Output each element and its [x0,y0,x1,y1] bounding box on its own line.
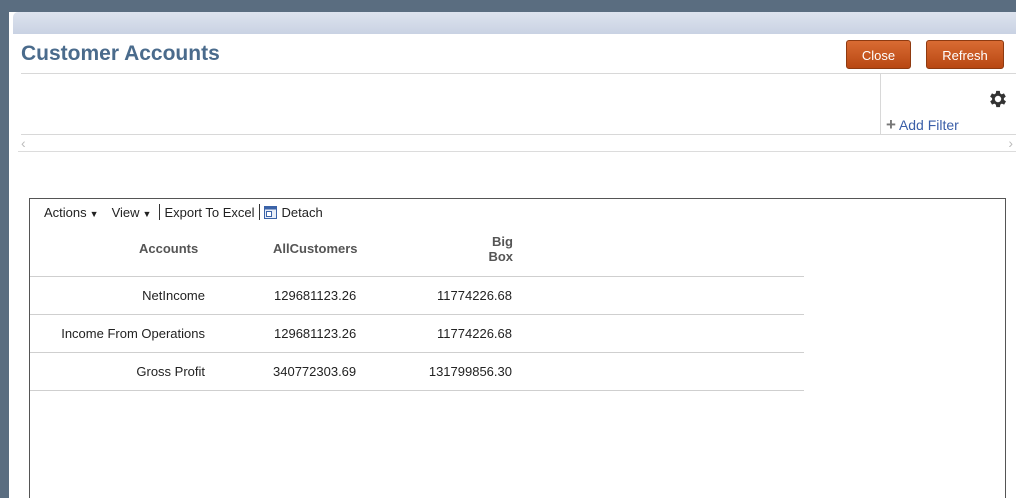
toolbar-separator [159,204,161,220]
toolbar-separator [258,204,260,220]
column-header-accounts: Accounts [139,241,199,256]
plus-icon: + [886,115,896,134]
actions-menu[interactable]: Actions ▼ [44,205,99,220]
table-cell-allcustomers: 340772303.69 [273,364,357,379]
add-filter-label: Add Filter [898,117,959,133]
row-divider [30,390,804,391]
table-cell-allcustomers: 129681123.26 [274,288,357,303]
actions-menu-label: Actions [44,204,87,220]
filter-area [21,73,1016,135]
refresh-button[interactable]: Refresh [926,40,1004,69]
caret-down-icon: ▼ [142,208,152,219]
table-cell-big-box: 131799856.30 [428,364,512,379]
row-divider [30,276,804,277]
row-divider [30,314,804,315]
caret-down-icon: ▼ [89,208,99,219]
view-menu-label: View [111,204,140,220]
table-cell-account: Gross Profit [136,364,205,379]
row-divider [30,352,804,353]
table-cell-account: NetIncome [142,288,205,303]
detach-button[interactable]: Detach [263,204,323,220]
view-menu[interactable]: View ▼ [112,205,152,220]
column-header-big-box-line2: Box [488,249,513,264]
column-header-big-box: Big Box [485,234,513,264]
page-title: Customer Accounts [21,42,220,65]
detach-label: Detach [281,204,323,220]
header-bar [13,12,1016,34]
export-to-excel-button[interactable]: Export To Excel [164,205,254,220]
column-header-allcustomers: AllCustomers [273,241,358,256]
table-cell-allcustomers: 129681123.26 [274,326,357,341]
window-left-border [0,0,9,498]
horizontal-scrollbar[interactable]: ‹ › [18,134,1016,152]
table-cell-account: Income From Operations [61,326,205,341]
column-header-big-box-line1: Big [492,234,513,249]
report-toolbar: Actions ▼ View ▼ Export To Excel Detach [44,203,323,221]
window-top-strip [9,0,1016,12]
close-button[interactable]: Close [846,40,911,69]
table-cell-big-box: 11774226.68 [437,288,512,303]
gear-icon[interactable] [987,88,1009,110]
scroll-right-icon[interactable]: › [1008,135,1013,151]
table-cell-big-box: 11774226.68 [437,326,512,341]
detach-icon [263,205,277,219]
filter-divider [880,73,881,134]
add-filter-link[interactable]: + Add Filter [886,115,959,135]
scroll-left-icon[interactable]: ‹ [21,135,26,151]
